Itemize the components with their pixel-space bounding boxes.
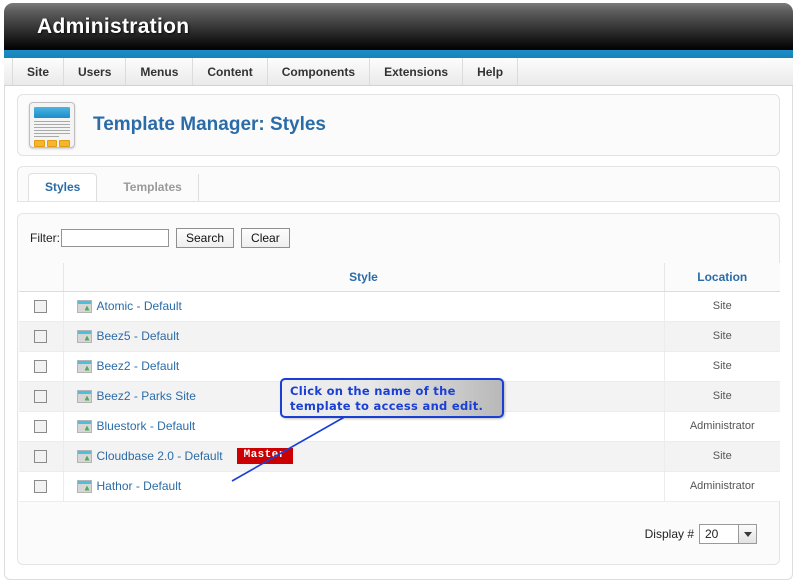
row-checkbox[interactable] — [34, 300, 48, 314]
table-row: Beez5 - Default Site — [19, 321, 780, 352]
template-thumbnail-icon — [76, 479, 92, 493]
row-checkbox[interactable] — [34, 480, 48, 494]
page-title-block: Template Manager: Styles — [17, 94, 780, 156]
filter-bar: Filter: Search Clear — [30, 228, 290, 248]
menu-item-extensions[interactable]: Extensions — [370, 58, 464, 85]
menu-item-help[interactable]: Help — [463, 58, 519, 85]
filter-label: Filter: — [30, 231, 60, 245]
tab-styles[interactable]: Styles — [28, 173, 98, 201]
admin-page: Administration Site Users Menus Content Comp… — [0, 0, 797, 585]
style-name-link[interactable]: Cloudbase 2.0 - Default — [97, 449, 223, 463]
icon-text-lines — [34, 121, 70, 137]
row-select-cell — [19, 291, 64, 322]
template-thumbnail-icon — [76, 419, 92, 433]
location-cell: Administrator — [664, 471, 780, 502]
menu-item-site[interactable]: Site — [12, 58, 65, 85]
style-name-cell: Hathor - Default — [63, 471, 665, 502]
display-count-select[interactable]: 20 — [699, 524, 757, 544]
icon-header-bar — [34, 107, 70, 118]
template-thumbnail-icon — [76, 299, 92, 313]
body-panel: Template Manager: Styles Styles Templates… — [4, 86, 793, 580]
table-row: Beez2 - Default Site — [19, 351, 780, 382]
display-count-value: 20 — [705, 527, 719, 541]
instruction-callout: Click on the name of the template to acc… — [280, 378, 504, 418]
table-head: Style Location — [19, 263, 780, 292]
search-input[interactable] — [61, 229, 169, 247]
master-badge: Master — [236, 448, 293, 464]
search-button[interactable]: Search — [176, 228, 235, 248]
column-header-location[interactable]: Location — [664, 263, 780, 292]
page-header-title: Administration — [37, 15, 190, 38]
menu-item-menus[interactable]: Menus — [126, 58, 194, 85]
location-cell: Site — [664, 321, 780, 352]
row-checkbox[interactable] — [34, 450, 48, 464]
clear-button[interactable]: Clear — [241, 228, 290, 248]
menu-item-users[interactable]: Users — [64, 58, 127, 85]
location-cell: Site — [664, 441, 780, 472]
location-cell: Site — [664, 381, 780, 412]
main-menu-bar: Site Users Menus Content Components Extension… — [4, 58, 793, 86]
template-thumbnail-icon — [76, 359, 92, 373]
column-header-style[interactable]: Style — [63, 263, 665, 292]
style-name-link[interactable]: Hathor - Default — [97, 479, 182, 493]
callout-line-1: Click on the name of the — [290, 384, 456, 398]
template-manager-icon — [29, 102, 75, 148]
header-accent-stripe — [4, 50, 793, 58]
row-checkbox[interactable] — [34, 390, 48, 404]
table-row: Atomic - Default Site — [19, 291, 780, 322]
style-name-link[interactable]: Atomic - Default — [97, 299, 182, 313]
table-header-row: Style Location — [19, 263, 780, 292]
column-header-select — [19, 263, 64, 292]
row-checkbox[interactable] — [34, 330, 48, 344]
location-cell: Administrator — [664, 411, 780, 442]
style-name-link[interactable]: Beez2 - Parks Site — [97, 389, 196, 403]
style-name-link[interactable]: Bluestork - Default — [97, 419, 196, 433]
template-thumbnail-icon — [76, 329, 92, 343]
location-cell: Site — [664, 351, 780, 382]
row-checkbox[interactable] — [34, 360, 48, 374]
menu-item-content[interactable]: Content — [193, 58, 268, 85]
style-name-cell: Beez5 - Default — [63, 321, 665, 352]
row-checkbox[interactable] — [34, 420, 48, 434]
table-row: Cloudbase 2.0 - Default Master Site — [19, 441, 780, 472]
style-name-link[interactable]: Beez2 - Default — [97, 359, 180, 373]
row-select-cell — [19, 351, 64, 382]
row-select-cell — [19, 471, 64, 502]
icon-module-boxes — [34, 140, 71, 147]
style-name-cell: Beez2 - Default — [63, 351, 665, 382]
row-select-cell — [19, 381, 64, 412]
style-name-cell: Cloudbase 2.0 - Default Master — [63, 441, 665, 472]
row-select-cell — [19, 441, 64, 472]
display-count-control: Display # 20 — [645, 524, 757, 544]
row-select-cell — [19, 411, 64, 442]
page-title: Template Manager: Styles — [93, 114, 327, 135]
template-thumbnail-icon — [76, 389, 92, 403]
table-row: Hathor - Default Administrator — [19, 471, 780, 502]
style-name-link[interactable]: Beez5 - Default — [97, 329, 180, 343]
app-header: Administration — [4, 3, 793, 50]
sub-tab-bar: Styles Templates — [17, 166, 780, 202]
tab-templates[interactable]: Templates — [107, 174, 199, 201]
chevron-down-icon[interactable] — [738, 525, 756, 543]
callout-line-2: template to access and edit. — [290, 399, 484, 413]
template-thumbnail-icon — [76, 449, 92, 463]
row-select-cell — [19, 321, 64, 352]
location-cell: Site — [664, 291, 780, 322]
menu-item-components[interactable]: Components — [268, 58, 371, 85]
style-name-cell: Atomic - Default — [63, 291, 665, 322]
display-label: Display # — [644, 527, 694, 541]
